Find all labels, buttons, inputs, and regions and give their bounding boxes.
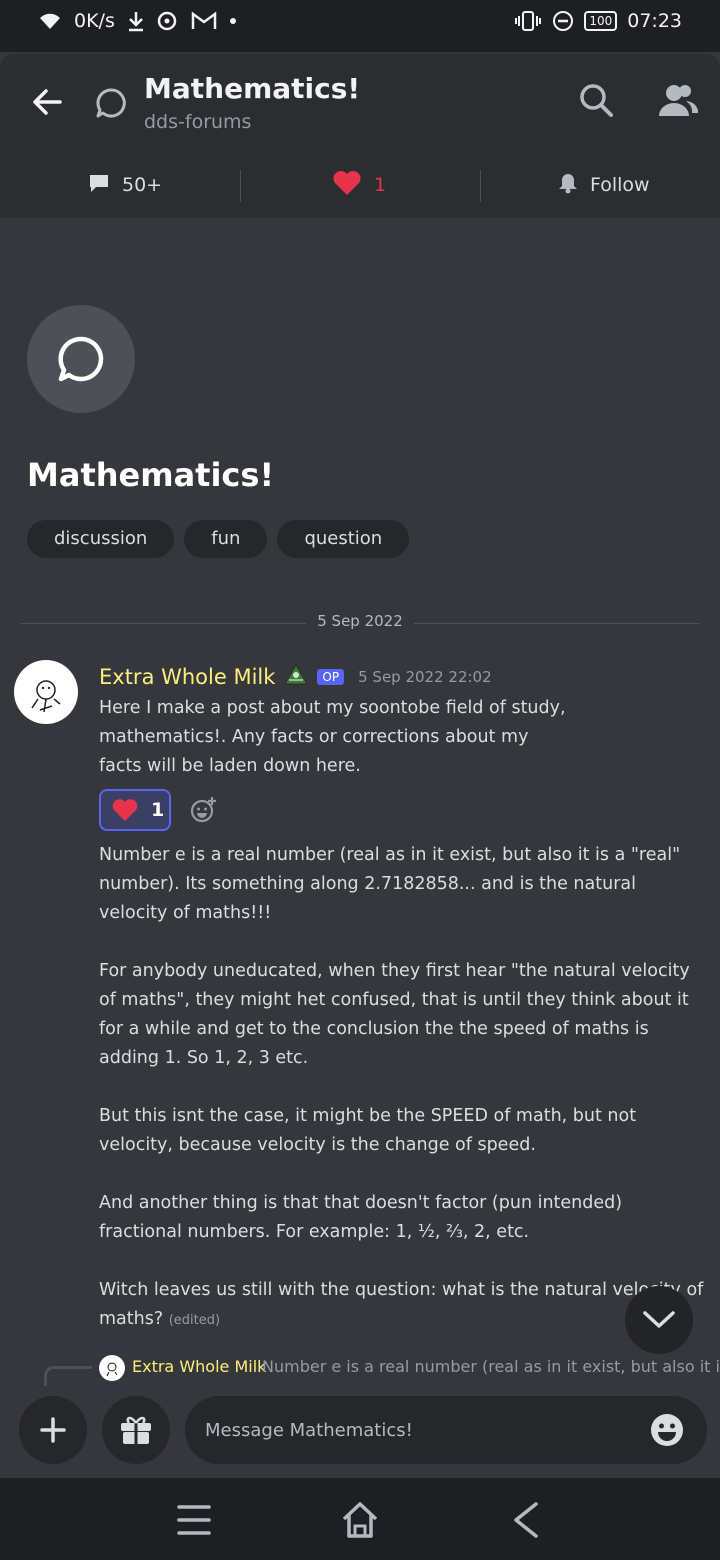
heart-reaction[interactable]: 1 [99,789,171,831]
gift-icon [121,1416,151,1444]
chevron-down-icon [643,1311,675,1328]
reactions-count: 1 [374,174,387,196]
reply-preview[interactable]: Extra Whole Milk Number e is a real numb… [0,1352,720,1386]
system-nav-bar [0,1478,720,1560]
chat-icon [88,172,110,199]
divider-line [414,623,700,624]
tag-discussion[interactable]: discussion [27,520,175,558]
tag-list: discussion fun question [27,520,410,558]
tag-question[interactable]: question [277,520,410,558]
plus-icon [40,1417,66,1443]
message-composer [0,1386,720,1478]
message-paragraph: And another thing is that that doesn't f… [99,1193,628,1242]
tag-fun[interactable]: fun [184,520,268,558]
net-speed: 0K/s [74,10,115,32]
emoji-icon[interactable] [649,1412,685,1448]
message-paragraph-last: Witch leaves us still with the question:… [99,1276,705,1335]
music-app-icon [157,10,179,32]
reply-text: Number e is a real number (real as in it… [262,1357,720,1376]
header-subtitle: dds-forums [144,111,252,133]
home-icon[interactable] [340,1500,380,1540]
jump-to-bottom-button[interactable] [625,1286,693,1354]
gmail-icon [191,11,217,31]
message-paragraph: But this isnt the case, it might be the … [99,1106,642,1155]
date-divider-label: 5 Sep 2022 [317,612,403,630]
messages-count-button[interactable]: 50+ [88,160,162,210]
status-bar: 0K/s 100 07:23 [0,0,720,52]
download-icon [127,10,145,32]
thread-bubble-icon [94,86,128,120]
bell-icon [558,172,578,199]
stat-divider [480,170,481,202]
vibrate-icon [514,10,542,32]
add-attachment-button[interactable] [19,1396,87,1464]
header-title: Mathematics! [144,72,361,105]
forum-post-icon [27,305,135,413]
heart-icon [332,170,362,201]
heart-icon [112,799,138,821]
stat-divider [240,170,241,202]
author-name[interactable]: Extra Whole Milk [99,665,275,689]
reaction-count: 1 [151,799,165,821]
dnd-icon [552,10,574,32]
avatar[interactable] [14,660,78,724]
members-icon[interactable] [656,80,700,120]
message-paragraph: For anybody uneducated, when they first … [99,961,696,1068]
back-arrow-icon[interactable] [28,82,68,122]
messages-count: 50+ [122,174,163,196]
post-title: Mathematics! [27,456,275,494]
message: Extra Whole Milk OP 5 Sep 2022 22:02 Her… [99,662,705,1335]
date-divider: 5 Sep 2022 [20,610,700,636]
message-input-container[interactable] [185,1396,707,1464]
message-input[interactable] [205,1396,625,1464]
gift-button[interactable] [102,1396,170,1464]
message-paragraph: Number e is a real number (real as in it… [99,845,686,923]
search-icon[interactable] [576,80,616,120]
add-reaction-icon[interactable] [189,796,217,824]
reply-author: Extra Whole Milk [132,1357,267,1376]
message-intro: Here I make a post about my soontobe fie… [99,698,566,776]
reactions-count-button[interactable]: 1 [332,160,386,210]
reply-avatar [99,1355,125,1381]
dot-icon [229,17,237,25]
op-badge: OP [317,669,345,685]
recent-apps-icon[interactable] [174,1500,214,1540]
message-timestamp: 5 Sep 2022 22:02 [358,668,492,686]
clock: 07:23 [627,10,682,32]
role-icon [283,663,309,691]
thread-stats: 50+ 1 Follow [0,160,720,210]
system-back-icon[interactable] [506,1500,546,1540]
edited-label: (edited) [168,1313,221,1328]
battery-indicator: 100 [584,11,618,31]
follow-button[interactable]: Follow [558,160,650,210]
follow-label: Follow [590,174,650,196]
reply-connector [44,1366,92,1386]
wifi-icon [38,11,62,31]
